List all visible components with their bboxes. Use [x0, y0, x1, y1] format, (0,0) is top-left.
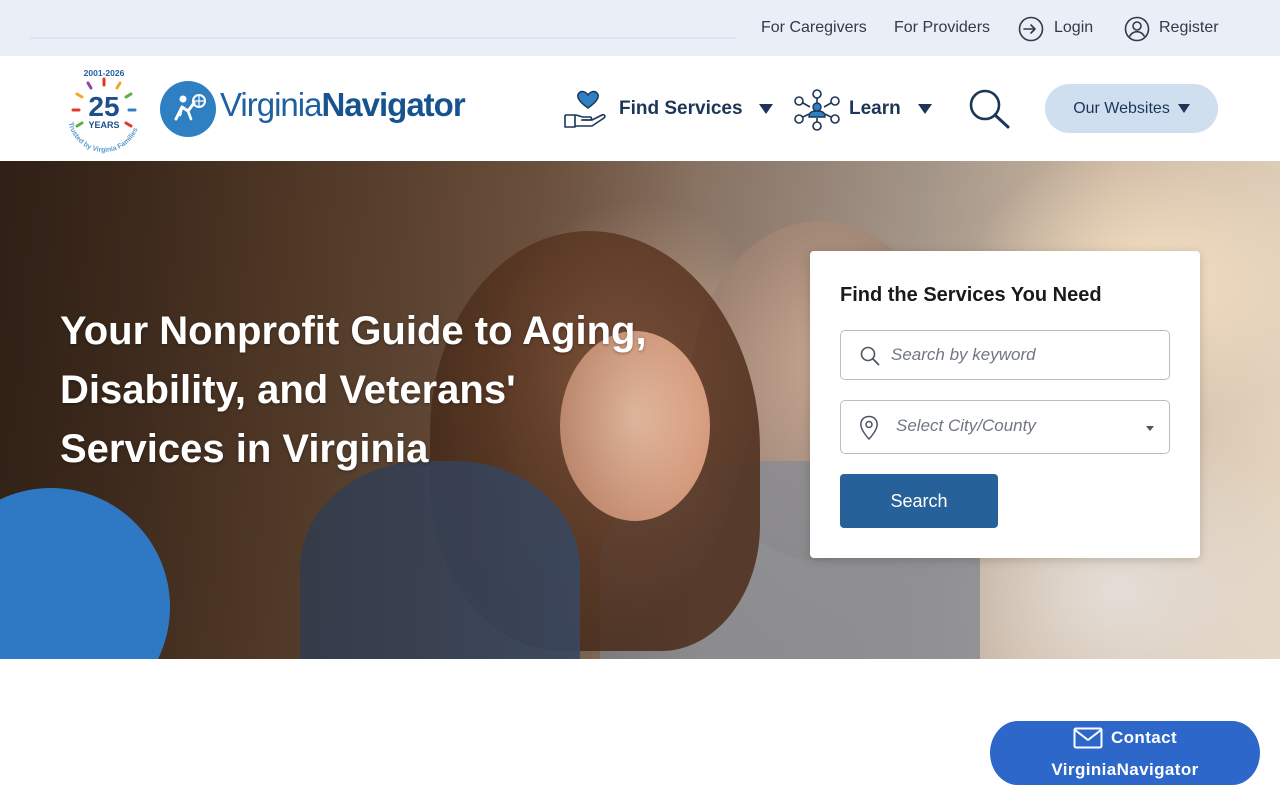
contact-button-row: Contact: [990, 727, 1260, 749]
contact-label: Contact: [1110, 728, 1178, 747]
badge-years-text: 2001-2026: [84, 68, 125, 78]
search-submit-button[interactable]: Search: [840, 474, 998, 528]
utility-divider: [30, 37, 736, 39]
search-icon: [860, 346, 880, 366]
keyword-search-input[interactable]: [891, 331, 1161, 379]
keyword-search-field[interactable]: [840, 330, 1170, 380]
nav-learn-label: Learn: [849, 98, 901, 119]
nav-find-services-label: Find Services: [619, 98, 743, 119]
main-header: 2001-2026 25 YEARS Trusted by Virginia F…: [0, 56, 1280, 161]
our-websites-label: Our Websites: [1073, 99, 1170, 117]
nav-learn[interactable]: Learn: [793, 87, 932, 131]
service-search-card: Find the Services You Need Select City/C…: [810, 251, 1200, 558]
our-websites-button[interactable]: Our Websites: [1045, 84, 1218, 133]
anniversary-badge[interactable]: 2001-2026 25 YEARS Trusted by Virginia F…: [58, 64, 150, 156]
location-select-value: Select City/County: [896, 416, 1036, 435]
heart-hand-icon: [564, 90, 606, 128]
chevron-down-icon: [1177, 104, 1190, 113]
logo-figures-icon: [174, 94, 206, 121]
location-select[interactable]: Select City/County: [840, 400, 1170, 454]
chevron-down-icon: [917, 104, 932, 114]
register-link[interactable]: Register: [1159, 19, 1219, 37]
badge-word-text: YEARS: [88, 120, 119, 130]
for-providers-link[interactable]: For Providers: [894, 19, 990, 37]
nav-find-services[interactable]: Find Services: [562, 87, 773, 131]
network-people-icon: [794, 89, 840, 131]
header-search-button[interactable]: [966, 87, 1012, 131]
contact-button[interactable]: Contact VirginiaNavigator: [990, 721, 1260, 785]
user-account-icon[interactable]: [1124, 16, 1150, 42]
search-icon: [969, 89, 1010, 129]
chevron-down-icon: [758, 104, 773, 114]
site-logo-text[interactable]: VirginiaNavigator: [220, 86, 466, 124]
mail-icon: [1073, 727, 1103, 749]
search-card-title: Find the Services You Need: [840, 284, 1102, 306]
login-link[interactable]: Login: [1054, 19, 1093, 37]
utility-bar: For Caregivers For Providers Login Regis…: [0, 0, 1280, 56]
location-pin-icon: [860, 415, 878, 441]
hero-title: Your Nonprofit Guide to Aging, Disabilit…: [60, 309, 647, 471]
logo-name-bold: Navigator: [321, 86, 465, 123]
login-icon[interactable]: [1018, 16, 1044, 42]
logo-mark[interactable]: [160, 81, 216, 137]
contact-sublabel: VirginiaNavigator: [1051, 760, 1199, 779]
chevron-down-icon: [1146, 426, 1154, 431]
for-caregivers-link[interactable]: For Caregivers: [761, 19, 867, 37]
logo-name-regular: Virginia: [220, 86, 322, 123]
badge-number-text: 25: [88, 91, 119, 122]
